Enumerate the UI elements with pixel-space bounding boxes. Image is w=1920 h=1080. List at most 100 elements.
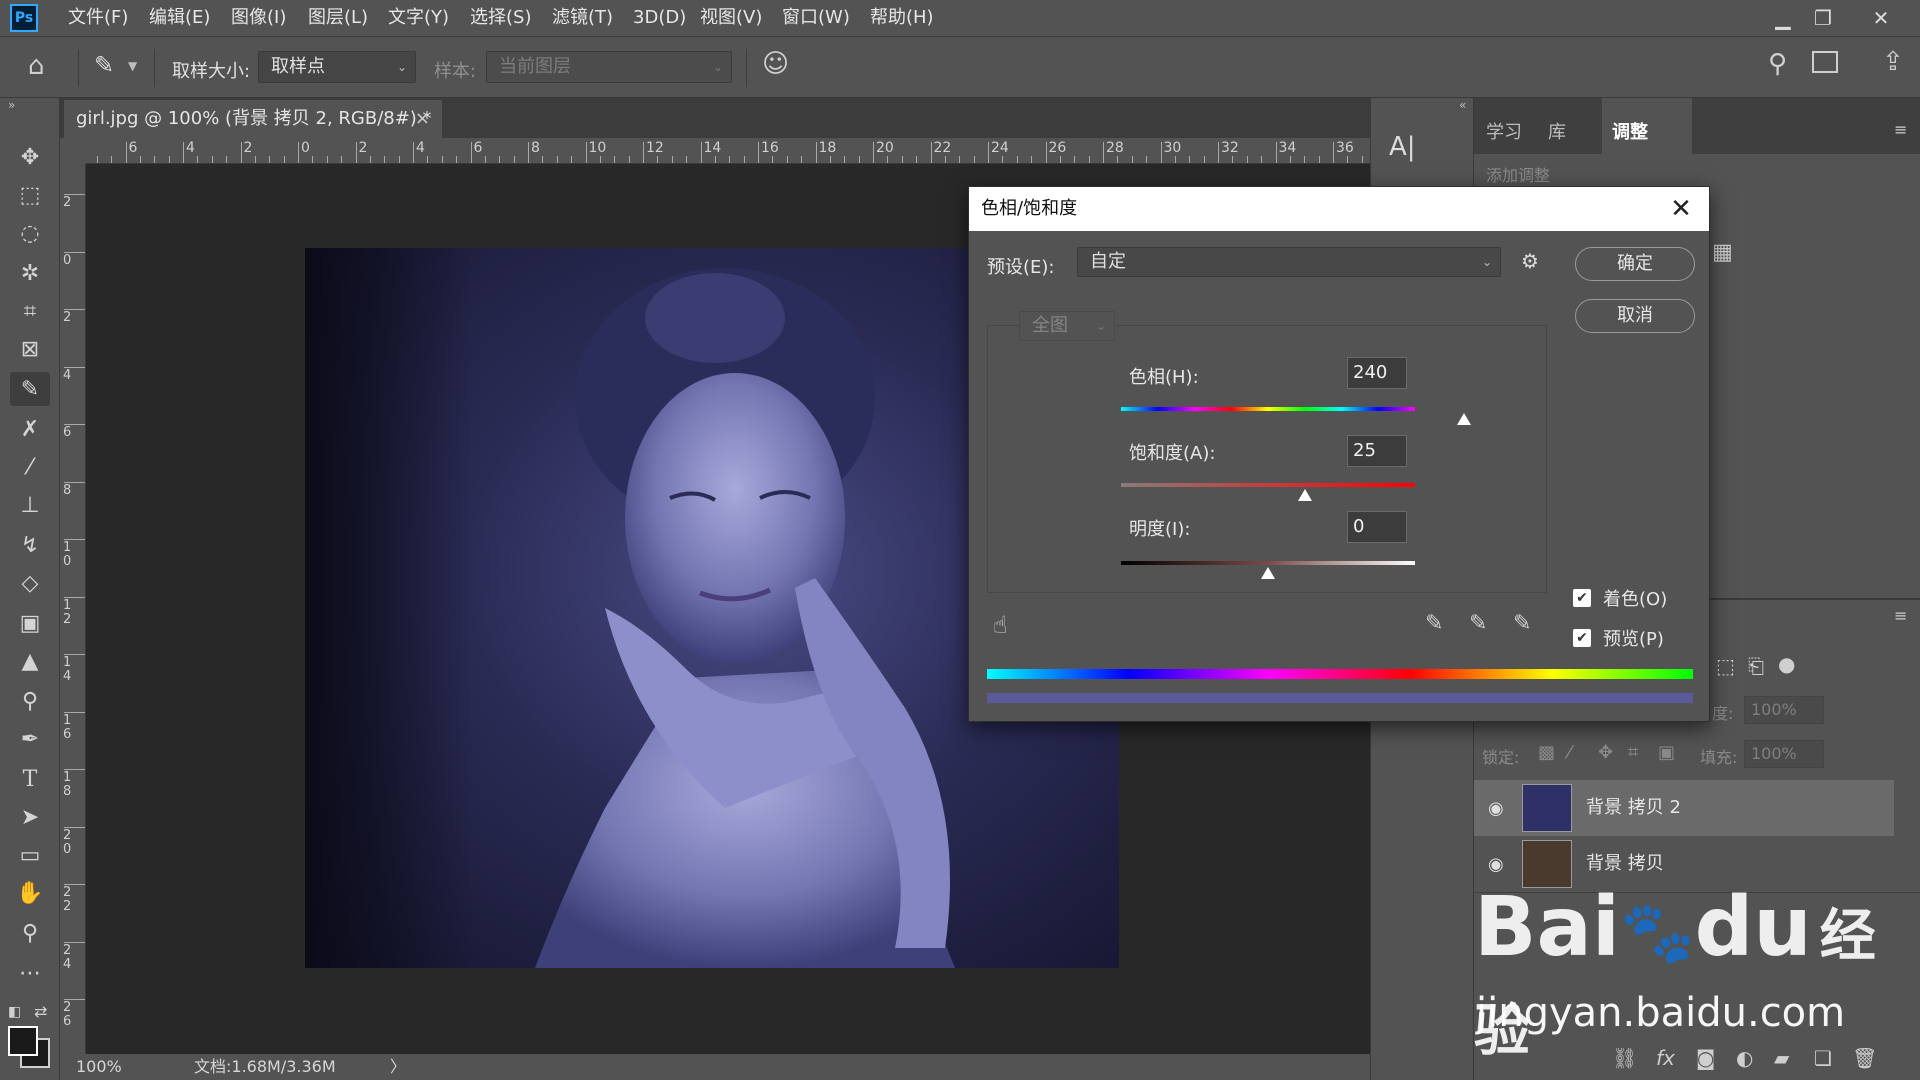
zoom-level[interactable]: 100% — [76, 1054, 122, 1080]
more-tools-icon[interactable]: ⋯ — [10, 956, 50, 990]
healing-tool-icon[interactable]: ✗ — [10, 412, 50, 446]
lightness-slider-thumb[interactable] — [1261, 567, 1275, 579]
dot-icon[interactable]: ● — [1778, 652, 1795, 676]
smiley-icon[interactable]: ☺ — [762, 49, 789, 79]
hue-slider-thumb[interactable] — [1457, 413, 1471, 425]
ruler-tick — [1333, 142, 1334, 163]
preview-checkbox[interactable]: ✔ — [1573, 629, 1591, 647]
magic-wand-tool-icon[interactable]: ✲ — [10, 256, 50, 290]
dialog-close-icon[interactable]: ✕ — [1663, 187, 1699, 231]
menu-type[interactable]: 文字(Y) — [388, 0, 449, 36]
hue-input[interactable]: 240 — [1347, 357, 1407, 389]
tab-learn[interactable]: 学习 — [1486, 118, 1522, 144]
colorize-checkbox[interactable]: ✔ — [1573, 589, 1591, 607]
status-menu-arrow[interactable]: 〉 — [390, 1054, 406, 1080]
preview-label[interactable]: 预览(P) — [1603, 625, 1664, 651]
saturation-slider-thumb[interactable] — [1297, 489, 1312, 501]
menu-view[interactable]: 视图(V) — [700, 0, 762, 36]
cancel-button[interactable]: 取消 — [1575, 299, 1695, 333]
lock-brush-icon[interactable]: ⁄ — [1568, 742, 1571, 763]
eye-icon[interactable]: ◉ — [1488, 798, 1504, 819]
ok-button[interactable]: 确定 — [1575, 247, 1695, 281]
tab-library[interactable]: 库 — [1548, 118, 1566, 144]
crop-tool-icon[interactable]: ⌗ — [10, 294, 50, 328]
menu-select[interactable]: 选择(S) — [470, 0, 531, 36]
layers-panel-menu-icon[interactable]: ≡ — [1894, 606, 1907, 625]
transform-icon[interactable]: ⬚ — [1716, 654, 1735, 678]
menu-filter[interactable]: 滤镜(T) — [552, 0, 613, 36]
history-brush-tool-icon[interactable]: ↯ — [10, 528, 50, 562]
lightness-slider-track[interactable] — [1121, 561, 1415, 565]
layer-row[interactable]: ◉ 背景 拷贝 2 — [1474, 780, 1894, 836]
lightness-input[interactable]: 0 — [1347, 511, 1407, 543]
eyedropper-icon[interactable]: ✎ — [1425, 611, 1443, 636]
colorize-label[interactable]: 着色(O) — [1603, 585, 1667, 611]
restore-icon[interactable]: ❐ — [1798, 0, 1848, 36]
share-icon[interactable]: ⇪ — [1882, 47, 1904, 77]
add-to-sample-eyedropper-icon[interactable]: ✎ — [1469, 611, 1487, 636]
document-tab[interactable]: girl.jpg @ 100% (背景 拷贝 2, RGB/8#) * × — [64, 100, 442, 138]
search-icon[interactable]: ⚲ — [1768, 49, 1787, 79]
hand-tool-icon[interactable]: ✋ — [10, 876, 50, 910]
default-colors-icon[interactable]: ◧ — [8, 1004, 21, 1020]
menu-window[interactable]: 窗口(W) — [782, 0, 850, 36]
close-window-icon[interactable]: ✕ — [1856, 0, 1906, 36]
menu-edit[interactable]: 编辑(E) — [149, 0, 210, 36]
menu-file[interactable]: 文件(F) — [68, 0, 128, 36]
home-icon[interactable]: ⌂ — [28, 51, 45, 81]
path-selection-tool-icon[interactable]: ➤ — [10, 800, 50, 834]
lock-pixels-icon[interactable]: ▩ — [1538, 742, 1555, 763]
blur-tool-icon[interactable]: ▲ — [10, 644, 50, 678]
saturation-input[interactable]: 25 — [1347, 435, 1407, 467]
type-tool-icon[interactable]: T — [10, 762, 50, 796]
gradient-tool-icon[interactable]: ▣ — [10, 606, 50, 640]
workspace-icon[interactable] — [1812, 51, 1838, 73]
sample-select[interactable]: 当前图层 ⌄ — [486, 51, 732, 83]
subtract-from-sample-eyedropper-icon[interactable]: ✎ — [1513, 611, 1531, 636]
ruler-subtick — [1232, 156, 1234, 163]
foreground-color-swatch[interactable] — [8, 1026, 38, 1056]
ruler-tick — [815, 142, 817, 163]
tab-adjustments[interactable]: 调整 — [1612, 118, 1648, 144]
move-tool-icon[interactable]: ✥ — [10, 140, 50, 174]
targeted-adjustment-hand-icon[interactable]: ☝ — [993, 611, 1008, 639]
menu-help[interactable]: 帮助(H) — [870, 0, 934, 36]
eyedropper-tool-icon[interactable]: ✎ — [10, 372, 50, 406]
saturation-slider-track[interactable] — [1121, 483, 1415, 487]
dodge-tool-icon[interactable]: ⚲ — [10, 684, 50, 718]
eyedropper-preset-icon[interactable]: ✎ — [94, 51, 114, 79]
pen-tool-icon[interactable]: ✒ — [10, 722, 50, 756]
lock-artboard-icon[interactable]: ⌗ — [1628, 742, 1638, 763]
lock-all-icon[interactable]: ▣ — [1658, 742, 1675, 763]
marquee-tool-icon[interactable]: ⬚ — [10, 178, 50, 212]
close-tab-icon[interactable]: × — [415, 100, 430, 138]
eye-icon[interactable]: ◉ — [1488, 854, 1504, 875]
lock-position-icon[interactable]: ✥ — [1598, 742, 1613, 763]
layer-lock-icon[interactable]: ⎗ — [1748, 654, 1764, 678]
channel-select[interactable]: 全图 ⌄ — [1019, 311, 1115, 341]
character-panel-icon[interactable]: A| — [1389, 132, 1416, 162]
sample-size-select[interactable]: 取样点 ⌄ — [258, 51, 416, 83]
stamp-tool-icon[interactable]: ⊥ — [10, 488, 50, 522]
menu-3d[interactable]: 3D(D) — [633, 0, 686, 36]
swap-colors-icon[interactable]: ⇄ — [34, 1002, 47, 1021]
collapse-icon[interactable]: » — [8, 98, 15, 112]
menu-layer[interactable]: 图层(L) — [308, 0, 368, 36]
opacity-field[interactable]: 100% — [1744, 696, 1824, 724]
menu-image[interactable]: 图像(I) — [231, 0, 286, 36]
zoom-tool-icon[interactable]: ⚲ — [10, 916, 50, 950]
brush-tool-icon[interactable]: ⁄ — [10, 450, 50, 484]
lasso-tool-icon[interactable]: ◌ — [10, 216, 50, 250]
grid-adjustment-icon[interactable]: ▦ — [1712, 240, 1733, 265]
shape-tool-icon[interactable]: ▭ — [10, 838, 50, 872]
chevron-down-icon[interactable]: ▼ — [128, 59, 137, 73]
fill-field[interactable]: 100% — [1744, 740, 1824, 768]
preset-select[interactable]: 自定 ⌄ — [1077, 247, 1501, 277]
collapse-icon[interactable]: « — [1459, 98, 1466, 112]
panel-menu-icon[interactable]: ≡ — [1894, 120, 1907, 139]
frame-tool-icon[interactable]: ⊠ — [10, 332, 50, 366]
ruler-subtick — [743, 156, 745, 163]
eraser-tool-icon[interactable]: ◇ — [10, 566, 50, 600]
hue-slider-track[interactable] — [1121, 407, 1415, 411]
gear-icon[interactable]: ⚙ — [1521, 249, 1539, 273]
